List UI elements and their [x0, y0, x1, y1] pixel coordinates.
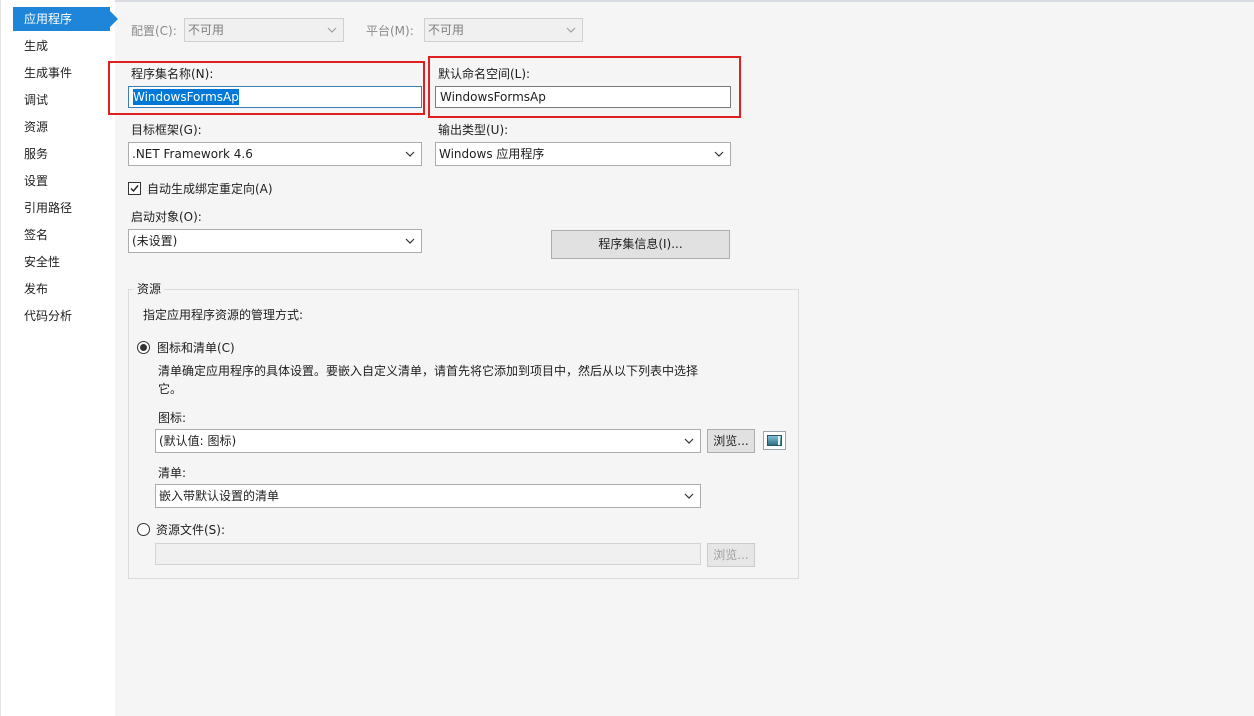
default-namespace-value: WindowsFormsAp [440, 90, 546, 104]
checkmark-icon [130, 185, 139, 193]
sidebar-item-resources[interactable]: 资源 [13, 115, 110, 139]
config-select-value: 不可用 [188, 23, 225, 37]
resources-group-title: 资源 [134, 281, 165, 297]
resource-file-input[interactable] [155, 543, 701, 565]
resources-instruction: 指定应用程序资源的管理方式: [143, 308, 304, 322]
assembly-name-input[interactable]: WindowsFormsAp [128, 86, 422, 108]
project-properties-page: 应用程序 生成 生成事件 调试 资源 服务 设置 引用路径 签名 安全性 发布 … [0, 0, 1254, 716]
icon-manifest-option-label: 图标和清单(C) [157, 341, 235, 355]
manifest-select-value: 嵌入带默认设置的清单 [159, 489, 280, 503]
chevron-down-icon [684, 438, 694, 444]
resource-file-browse-button[interactable]: 浏览... [707, 543, 755, 567]
sidebar-item-signing[interactable]: 签名 [13, 223, 110, 247]
manifest-description: 清单确定应用程序的具体设置。要嵌入自定义清单，请首先将它添加到项目中，然后从以下… [158, 364, 699, 396]
sidebar-item-security[interactable]: 安全性 [13, 250, 110, 274]
default-namespace-input[interactable]: WindowsFormsAp [435, 86, 731, 108]
platform-label: 平台(M): [366, 24, 414, 38]
target-framework-select[interactable]: .NET Framework 4.6 [128, 142, 422, 166]
output-type-value: Windows 应用程序 [439, 147, 545, 161]
platform-select-value: 不可用 [428, 23, 465, 37]
sidebar-item-build-events[interactable]: 生成事件 [13, 61, 110, 85]
sidebar-item-settings[interactable]: 设置 [13, 169, 110, 193]
assembly-name-label: 程序集名称(N): [131, 67, 214, 81]
auto-binding-label: 自动生成绑定重定向(A) [147, 182, 273, 196]
chevron-down-icon [684, 493, 694, 499]
resource-file-radio[interactable] [137, 523, 150, 536]
sidebar-item-code-analysis[interactable]: 代码分析 [13, 304, 110, 328]
icon-select-value: (默认值: 图标) [159, 434, 237, 448]
auto-binding-checkbox[interactable] [128, 182, 141, 195]
chevron-down-icon [566, 27, 576, 33]
window-icon [767, 435, 782, 446]
sidebar-item-build[interactable]: 生成 [13, 34, 110, 58]
manifest-select[interactable]: 嵌入带默认设置的清单 [155, 484, 701, 508]
resource-file-option-label: 资源文件(S): [156, 523, 226, 537]
sidebar-item-services[interactable]: 服务 [13, 142, 110, 166]
output-type-label: 输出类型(U): [438, 123, 509, 137]
icon-manifest-radio[interactable] [137, 341, 150, 354]
sidebar-item-publish[interactable]: 发布 [13, 277, 110, 301]
manifest-label: 清单: [158, 466, 187, 480]
sidebar: 应用程序 生成 生成事件 调试 资源 服务 设置 引用路径 签名 安全性 发布 … [0, 0, 118, 716]
icon-select[interactable]: (默认值: 图标) [155, 429, 701, 453]
sidebar-item-debug[interactable]: 调试 [13, 88, 110, 112]
chevron-down-icon [405, 151, 415, 157]
application-icon-preview [763, 431, 786, 450]
chevron-down-icon [327, 27, 337, 33]
config-select[interactable]: 不可用 [184, 18, 344, 42]
startup-object-value: (未设置) [132, 234, 178, 248]
chevron-down-icon [714, 151, 724, 157]
config-label: 配置(C): [131, 24, 177, 38]
default-namespace-label: 默认命名空间(L): [438, 67, 531, 81]
icon-browse-button[interactable]: 浏览... [707, 429, 755, 453]
assembly-info-button[interactable]: 程序集信息(I)... [551, 230, 730, 259]
startup-object-select[interactable]: (未设置) [128, 229, 422, 253]
icon-label: 图标: [158, 411, 187, 425]
startup-object-label: 启动对象(O): [131, 210, 202, 224]
assembly-name-value: WindowsFormsAp [133, 89, 239, 105]
sidebar-item-application[interactable]: 应用程序 [13, 7, 118, 31]
chevron-down-icon [405, 238, 415, 244]
output-type-select[interactable]: Windows 应用程序 [435, 142, 731, 166]
target-framework-value: .NET Framework 4.6 [132, 147, 253, 161]
target-framework-label: 目标框架(G): [131, 123, 202, 137]
sidebar-item-reference-paths[interactable]: 引用路径 [13, 196, 110, 220]
platform-select[interactable]: 不可用 [424, 18, 583, 42]
